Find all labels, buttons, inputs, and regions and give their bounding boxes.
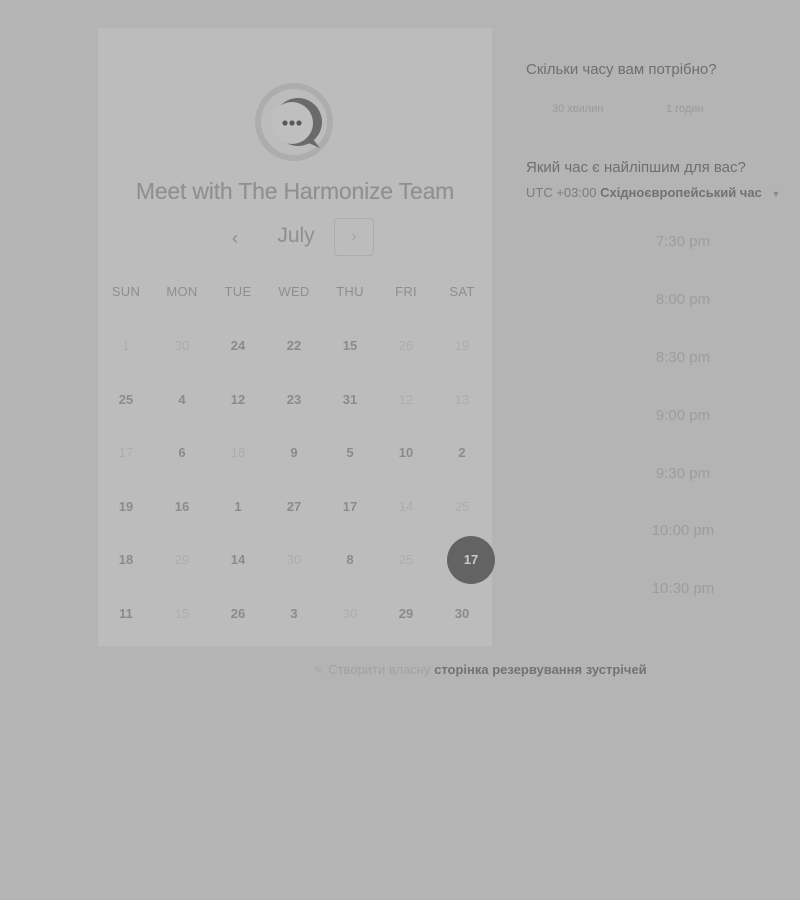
weekday-header: WED [278, 284, 310, 299]
calendar-day[interactable]: 8 [330, 548, 370, 572]
dropdown-caret-icon: ▼ [771, 189, 781, 199]
calendar-day[interactable]: 19 [106, 495, 146, 519]
time-slot[interactable]: 9:30 pm [620, 465, 746, 482]
calendar-day[interactable]: 2 [442, 441, 482, 465]
page-title: Meet with The Harmonize Team [135, 178, 455, 204]
calendar-day[interactable]: 24 [218, 334, 258, 358]
calendar-day[interactable]: 26 [386, 334, 426, 358]
weekday-header: FRI [395, 284, 417, 299]
calendar-day[interactable]: 26 [218, 602, 258, 626]
calendar-day[interactable]: 30 [274, 548, 314, 572]
weekday-header: SUN [111, 284, 141, 299]
calendar-day[interactable]: 13 [442, 388, 482, 412]
calendar-day[interactable]: 30 [442, 602, 482, 626]
calendar-day[interactable]: 15 [330, 334, 370, 358]
time-slot[interactable]: 8:00 pm [620, 291, 746, 308]
calendar-day[interactable]: 6 [162, 441, 202, 465]
time-slot[interactable]: 8:30 pm [620, 349, 746, 366]
duration-question: Скільки часу вам потрібно? [526, 61, 717, 78]
weekday-header: THU [336, 284, 364, 299]
footer-prefix: Створити власну [328, 662, 431, 677]
timezone-name: Східноєвропейський час [600, 185, 762, 200]
calendar-day[interactable]: 14 [218, 548, 258, 572]
calendar-day[interactable]: 19 [442, 334, 482, 358]
calendar-day[interactable]: 1 [106, 334, 146, 358]
calendar-day[interactable]: 22 [274, 334, 314, 358]
calendar-day[interactable]: 25 [442, 495, 482, 519]
calendar-day[interactable]: 15 [162, 602, 202, 626]
chat-bubble-logo-icon [255, 83, 333, 161]
timezone-selector[interactable]: UTC +03:00 Східноєвропейський час ▼ [526, 185, 780, 200]
duration-option-30min[interactable]: 30 хвилин [552, 103, 603, 115]
time-slot[interactable]: 7:30 pm [620, 233, 746, 250]
pencil-icon: ✎ [314, 665, 324, 677]
calendar-day[interactable]: 27 [274, 495, 314, 519]
booking-page-link[interactable]: сторінка резервування зустрічей [434, 662, 647, 677]
timezone-offset: UTC +03:00 [526, 185, 597, 200]
selected-day[interactable]: 17 [447, 536, 495, 585]
calendar-day[interactable]: 14 [386, 495, 426, 519]
time-slot[interactable]: 10:00 pm [620, 522, 746, 539]
calendar-day[interactable]: 30 [162, 334, 202, 358]
calendar-day[interactable]: 18 [218, 441, 258, 465]
weekday-header: MON [166, 284, 198, 299]
calendar-day[interactable]: 12 [218, 388, 258, 412]
month-label: July [277, 224, 315, 247]
calendar-day[interactable]: 25 [106, 388, 146, 412]
calendar-day[interactable]: 29 [162, 548, 202, 572]
calendar-day[interactable]: 25 [386, 548, 426, 572]
calendar-day[interactable]: 9 [274, 441, 314, 465]
prev-month-button[interactable]: ‹ [224, 226, 246, 250]
time-question: Який час є найліпшим для вас? [526, 159, 746, 176]
calendar-day[interactable]: 17 [330, 495, 370, 519]
calendar-day[interactable]: 3 [274, 602, 314, 626]
calendar-day[interactable]: 10 [386, 441, 426, 465]
weekday-header: TUE [224, 284, 252, 299]
time-slot[interactable]: 9:00 pm [620, 407, 746, 424]
calendar-day[interactable]: 31 [330, 388, 370, 412]
calendar-day[interactable]: 29 [386, 602, 426, 626]
calendar-day[interactable]: 11 [106, 602, 146, 626]
duration-option-1h[interactable]: 1 годин [666, 103, 703, 115]
calendar-day[interactable]: 30 [330, 602, 370, 626]
time-slot[interactable]: 10:30 pm [620, 580, 746, 597]
weekday-header: SAT [449, 284, 475, 299]
calendar-day[interactable]: 16 [162, 495, 202, 519]
footer: ✎ Створити власну сторінка резервування з… [314, 662, 647, 677]
calendar-day[interactable]: 23 [274, 388, 314, 412]
calendar-day[interactable]: 17 [106, 441, 146, 465]
next-month-button[interactable]: › [334, 218, 374, 256]
calendar-day[interactable]: 4 [162, 388, 202, 412]
calendar-day[interactable]: 18 [106, 548, 146, 572]
calendar-day[interactable]: 12 [386, 388, 426, 412]
calendar-day[interactable]: 5 [330, 441, 370, 465]
calendar-card: Meet with The Harmonize Team ‹ July › SU… [98, 28, 495, 646]
calendar-day[interactable]: 1 [218, 495, 258, 519]
